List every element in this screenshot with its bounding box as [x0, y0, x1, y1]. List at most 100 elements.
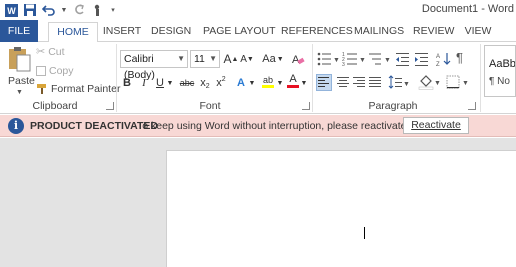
multilevel-list-button[interactable]: ▼: [368, 50, 392, 68]
eraser-icon: A: [292, 54, 305, 66]
font-size-combo[interactable]: 11 ▼: [190, 50, 220, 68]
paste-button[interactable]: Paste ▼: [4, 45, 35, 97]
customize-qat-icon[interactable]: ▾: [109, 2, 117, 18]
document-area: [0, 138, 516, 267]
line-spacing-button[interactable]: ▼: [388, 75, 410, 91]
paste-dropdown-icon[interactable]: ▼: [16, 89, 23, 96]
shrink-font-button[interactable]: A ▼: [240, 50, 254, 68]
format-painter-button[interactable]: Format Painter: [36, 81, 120, 96]
cut-button[interactable]: ✂ Cut: [36, 44, 65, 59]
subscript-button[interactable]: x2: [198, 74, 212, 92]
document-page[interactable]: [166, 150, 516, 267]
font-name-combo[interactable]: Calibri (Body) ▼: [120, 50, 188, 81]
shrink-caret-icon: ▼: [246, 55, 254, 63]
underline-dropdown-icon[interactable]: ▼: [166, 74, 174, 92]
word-app-icon[interactable]: W: [3, 2, 19, 18]
font-name-dropdown-icon[interactable]: ▼: [177, 51, 185, 67]
svg-text:▼: ▼: [333, 57, 340, 64]
numbering-button[interactable]: 1 2 3 ▼: [342, 50, 366, 68]
redo-icon[interactable]: [71, 2, 87, 18]
svg-text:▼: ▼: [403, 81, 410, 88]
style-name: ¶ No: [489, 76, 510, 87]
font-color-button[interactable]: A: [286, 72, 300, 90]
decrease-indent-button[interactable]: [395, 50, 411, 68]
borders-icon: ▼: [446, 75, 469, 89]
show-hide-marks-button[interactable]: ¶: [456, 50, 472, 68]
tab-insert[interactable]: INSERT: [102, 22, 142, 42]
grow-font-button[interactable]: A ▲: [224, 50, 239, 68]
justify-icon: [369, 77, 381, 87]
tab-mailings[interactable]: MAILINGS: [354, 22, 404, 42]
superscript-mark: 2: [221, 75, 226, 83]
group-divider: [312, 44, 313, 112]
style-normal[interactable]: AaBb ¶ No: [484, 45, 516, 97]
bold-button[interactable]: B: [120, 74, 134, 92]
paintbrush-icon: [37, 83, 46, 94]
window-title: Document1 - Word: [421, 3, 514, 15]
font-color-dropdown-icon[interactable]: ▼: [300, 74, 308, 92]
align-left-button[interactable]: [316, 74, 332, 91]
paint-bucket-icon: ▼: [418, 75, 441, 90]
paragraph-group-label: Paragraph: [368, 100, 418, 112]
deactivation-notice-bar: i PRODUCT DEACTIVATED To keep using Word…: [0, 115, 516, 137]
sort-icon: AZ: [436, 53, 451, 68]
grow-caret-icon: ▲: [231, 55, 239, 63]
align-right-icon: [353, 77, 365, 87]
undo-dropdown-icon[interactable]: ▼: [60, 2, 68, 18]
underline-button[interactable]: U: [154, 74, 166, 92]
increase-indent-button[interactable]: [414, 50, 430, 68]
clipboard-group-label: Clipboard: [32, 100, 78, 112]
reactivate-button[interactable]: Reactivate: [403, 117, 469, 134]
tab-view[interactable]: VIEW: [464, 22, 492, 42]
bullets-icon: ▼: [317, 52, 340, 66]
ribbon: Paste ▼ ✂ Cut Copy Format Painter Clipbo…: [0, 42, 516, 114]
svg-text:▼: ▼: [359, 57, 366, 64]
text-effects-button[interactable]: A: [234, 74, 248, 92]
subscript-mark: 2: [205, 82, 210, 90]
italic-button[interactable]: I: [138, 74, 150, 92]
tab-file[interactable]: FILE: [0, 20, 38, 42]
change-case-label: Aa: [262, 53, 276, 65]
bullets-button[interactable]: ▼: [316, 50, 340, 68]
touch-mode-icon[interactable]: [90, 2, 106, 18]
tab-page-layout[interactable]: PAGE LAYOUT: [203, 22, 276, 42]
svg-text:A: A: [436, 54, 440, 60]
highlight-button[interactable]: ab: [260, 72, 276, 90]
change-case-dropdown-icon: ▼: [276, 55, 284, 63]
font-size-dropdown-icon[interactable]: ▼: [209, 51, 217, 67]
tab-home[interactable]: HOME: [48, 22, 98, 43]
clear-formatting-button[interactable]: A: [290, 50, 306, 68]
font-launcher-icon[interactable]: [302, 102, 310, 110]
group-divider: [116, 44, 117, 112]
tab-design[interactable]: DESIGN: [151, 22, 191, 42]
pilcrow-icon: ¶: [456, 50, 463, 65]
tab-review[interactable]: REVIEW: [413, 22, 454, 42]
change-case-button[interactable]: Aa ▼: [262, 50, 284, 68]
paste-label: Paste: [8, 75, 35, 87]
justify-button[interactable]: [368, 75, 384, 91]
align-right-button[interactable]: [352, 75, 368, 91]
undo-icon[interactable]: [41, 2, 57, 18]
quick-access-toolbar: W ▼ ▾: [3, 2, 117, 18]
sort-button[interactable]: AZ: [436, 50, 452, 68]
align-center-button[interactable]: [336, 75, 352, 91]
text-effects-dropdown-icon[interactable]: ▼: [248, 74, 256, 92]
superscript-button[interactable]: x2: [214, 74, 228, 92]
ribbon-tabs: FILE HOME INSERT DESIGN PAGE LAYOUT REFE…: [0, 20, 516, 43]
font-size-value: 11: [194, 53, 205, 65]
reactivate-label: Reactivate: [411, 119, 461, 131]
save-icon[interactable]: [22, 2, 38, 18]
borders-button[interactable]: ▼: [446, 75, 470, 91]
numbering-icon: 123▼: [342, 52, 366, 68]
shading-button[interactable]: ▼: [418, 75, 442, 91]
strikethrough-button[interactable]: abc: [178, 74, 196, 92]
highlight-dropdown-icon[interactable]: ▼: [276, 74, 284, 92]
highlight-color-bar: [262, 84, 274, 88]
svg-text:▼: ▼: [434, 80, 441, 87]
tab-references[interactable]: REFERENCES: [281, 22, 353, 42]
paragraph-launcher-icon[interactable]: [468, 102, 476, 110]
font-color-label: A: [289, 73, 297, 85]
copy-label: Copy: [49, 64, 74, 77]
copy-button[interactable]: Copy: [36, 63, 74, 78]
clipboard-launcher-icon[interactable]: [106, 102, 114, 110]
